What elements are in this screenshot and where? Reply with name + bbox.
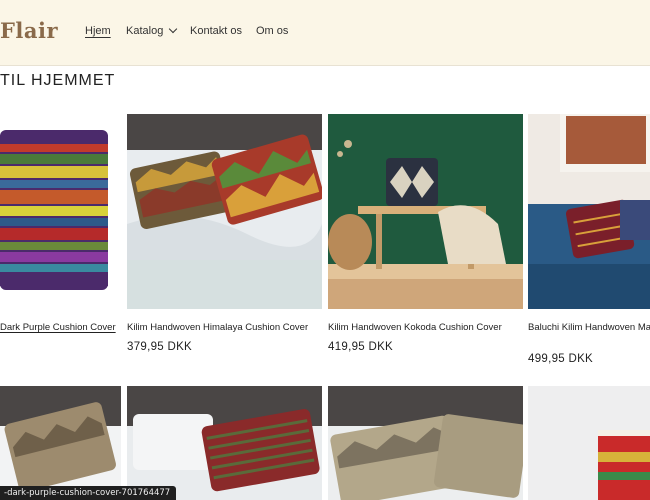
product-price: 499,95 DKK: [528, 353, 594, 365]
product-price: 379,95 DKK: [127, 341, 193, 353]
product-image[interactable]: [127, 114, 322, 309]
section-title: TIL HJEMMET: [0, 72, 116, 89]
product-image[interactable]: [328, 386, 523, 500]
product-photo: [127, 386, 322, 500]
nav-item-about[interactable]: Om os: [256, 25, 288, 37]
product-image[interactable]: [328, 114, 523, 309]
product-image[interactable]: [127, 386, 322, 500]
product-title[interactable]: Baluchi Kilim Handwoven Ma... Cushion Co…: [528, 321, 650, 334]
nav-item-catalog[interactable]: Katalog: [126, 24, 178, 37]
product-photo: [0, 130, 108, 290]
product-photo: [528, 114, 650, 309]
product-title[interactable]: Kilim Handwoven Himalaya Cushion Cover: [127, 321, 322, 334]
product-photo: [328, 114, 523, 309]
nav-item-catalog-label: Katalog: [126, 25, 164, 37]
status-bar-url: -dark-purple-cushion-cover-701764477: [0, 486, 177, 500]
product-image[interactable]: [528, 114, 650, 309]
site-header: Flair Hjem Katalog Kontakt os Om os: [0, 0, 650, 66]
product-title[interactable]: Kilim Handwoven Kokoda Cushion Cover: [328, 321, 523, 334]
product-image[interactable]: [0, 386, 121, 500]
nav-item-contact[interactable]: Kontakt os: [190, 25, 242, 37]
product-image[interactable]: [528, 386, 650, 500]
product-photo: [328, 386, 523, 500]
chevron-down-icon: [169, 24, 178, 34]
nav-item-home[interactable]: Hjem: [85, 25, 111, 37]
product-price: 419,95 DKK: [328, 341, 394, 353]
product-image[interactable]: [0, 114, 121, 309]
product-photo: [127, 114, 322, 309]
product-title[interactable]: Dark Purple Cushion Cover: [0, 321, 121, 334]
product-photo: [0, 386, 121, 500]
logo[interactable]: Flair: [0, 18, 58, 43]
product-photo: [528, 386, 650, 500]
